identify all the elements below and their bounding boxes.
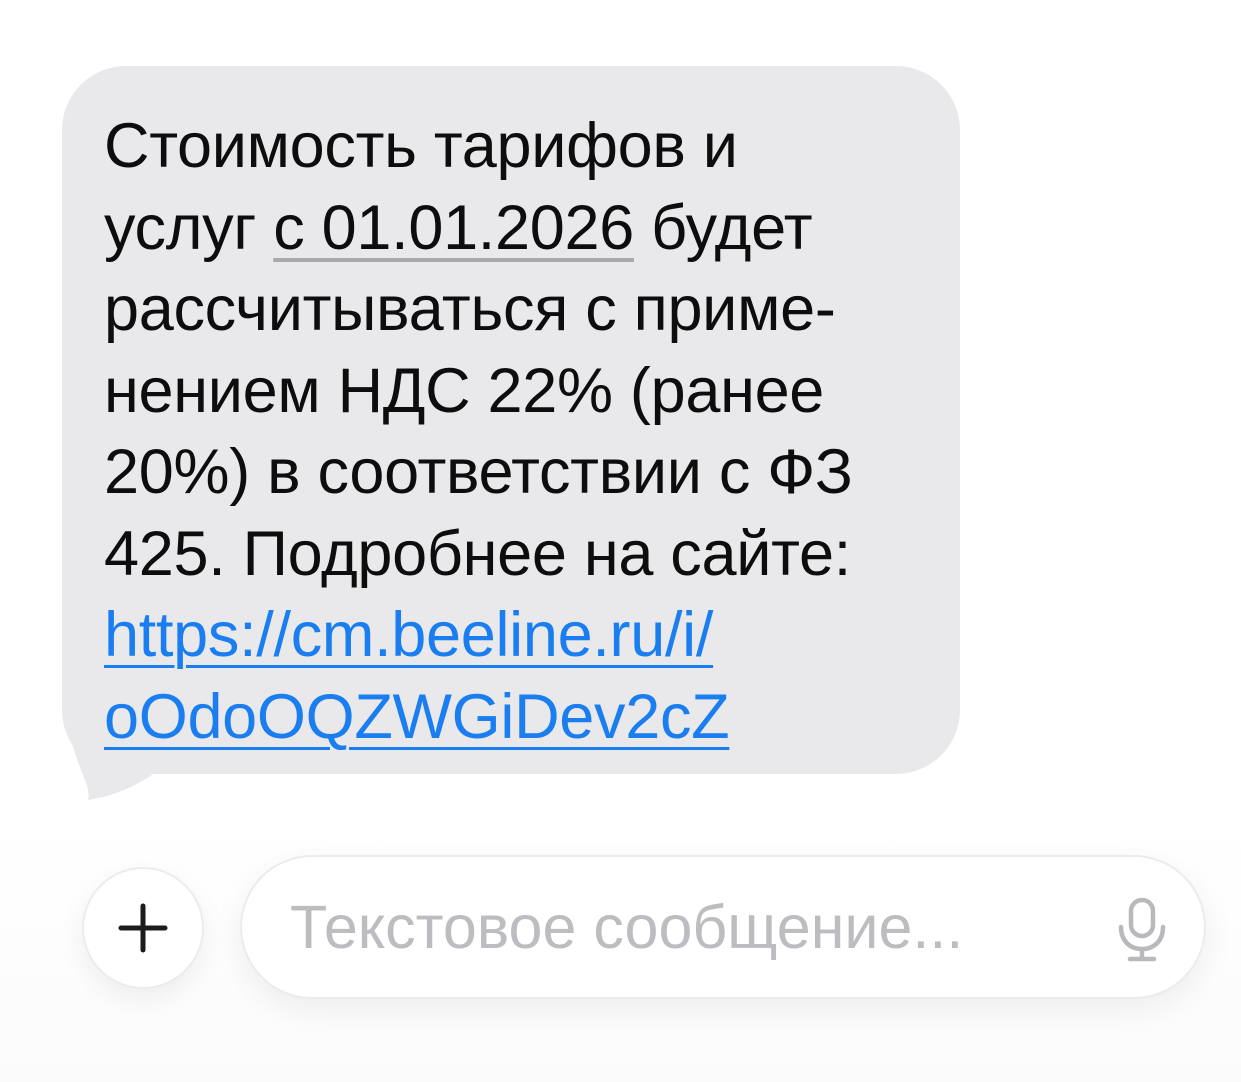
incoming-message-bubble[interactable]: Стоимость тарифов и услуг с 01.01.2026 б… [62,66,960,774]
message-line: Стоимость тарифов и [104,111,738,181]
message-line: услуг с 01.01.2026 будет [104,188,930,270]
date-link[interactable]: с 01.01.2026 [273,193,634,263]
message-line: рассчитываться с приме- [104,274,836,344]
url-link-line: oOdoOQZWGiDev2cZ [104,677,930,759]
message-line: нением НДС 22% (ранее [104,355,825,426]
plus-icon [118,903,168,953]
url-link[interactable]: https://cm.beeline.ru/i/ [104,600,713,670]
url-link-line: https://cm.beeline.ru/i/ [104,595,930,677]
message-text: будет [633,192,813,263]
url-link[interactable]: oOdoOQZWGiDev2cZ [104,682,730,752]
message-thread: Стоимость тарифов и услуг с 01.01.2026 б… [0,0,1241,820]
message-line: 425. Подробнее на сайте: [104,518,851,589]
message-composer [0,820,1241,1082]
add-attachment-button[interactable] [84,869,202,987]
microphone-icon[interactable] [1112,897,1172,963]
message-input-container[interactable] [242,857,1204,997]
message-input[interactable] [290,890,1070,964]
message-text: услуг [104,192,274,263]
message-line: 20%) в соответствии с ФЗ [104,437,853,507]
